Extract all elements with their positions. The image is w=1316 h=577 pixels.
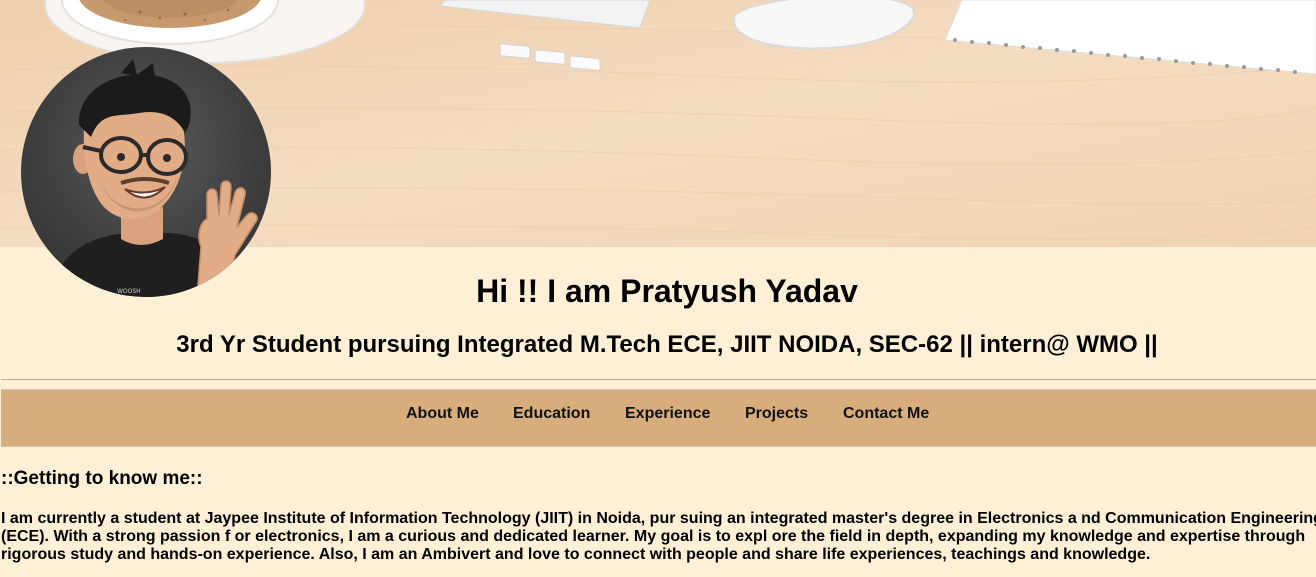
profile-avatar: WOOSH	[21, 47, 271, 297]
about-line: I am currently a student at Jaypee Insti…	[1, 510, 1316, 527]
header-divider	[1, 379, 1316, 380]
about-paragraph: I am currently a student at Jaypee Insti…	[1, 510, 1316, 564]
nav-projects-link[interactable]: Projects	[745, 404, 808, 424]
about-line: rigorous study and hands-on experience. …	[1, 546, 1151, 563]
nav-education-link[interactable]: Education	[513, 404, 590, 424]
nav-experience-link[interactable]: Experience	[625, 404, 710, 424]
main-nav: About Me Education Experience Projects C…	[1, 389, 1316, 447]
about-heading: ::Getting to know me::	[1, 468, 203, 489]
about-line: (ECE). With a strong passion f or electr…	[1, 528, 1306, 545]
nav-contact-me-link[interactable]: Contact Me	[843, 404, 929, 424]
bitmoji-avatar-icon: WOOSH	[51, 59, 258, 297]
page-subtitle: 3rd Yr Student pursuing Integrated M.Tec…	[176, 331, 1158, 358]
page-title: Hi !! I am Pratyush Yadav	[476, 273, 858, 309]
nav-about-me-link[interactable]: About Me	[406, 404, 479, 424]
